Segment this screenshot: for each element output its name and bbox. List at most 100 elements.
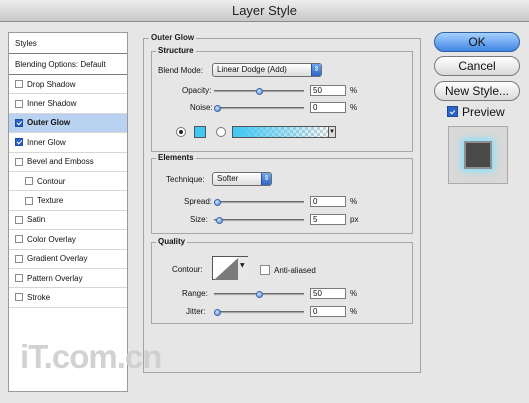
new-style-button[interactable]: New Style...: [434, 81, 520, 101]
blend-mode-value: Linear Dodge (Add): [217, 65, 287, 74]
style-item-stroke[interactable]: Stroke: [9, 288, 127, 308]
style-item-drop-shadow[interactable]: Drop Shadow: [9, 75, 127, 95]
style-checkbox[interactable]: [15, 254, 23, 263]
noise-input[interactable]: 0: [310, 102, 346, 113]
spread-slider[interactable]: [214, 199, 304, 206]
style-item-inner-shadow[interactable]: Inner Shadow: [9, 94, 127, 114]
window-title: Layer Style: [0, 0, 529, 22]
style-item-contour[interactable]: Contour: [9, 172, 127, 192]
style-item-label: Bevel and Emboss: [27, 157, 94, 167]
jitter-unit: %: [350, 307, 358, 316]
glow-gradient-preview: [233, 127, 335, 137]
size-slider-thumb[interactable]: [215, 217, 223, 224]
noise-label: Noise:: [190, 103, 213, 112]
blend-mode-label: Blend Mode:: [158, 66, 203, 75]
style-checkbox[interactable]: [15, 138, 23, 147]
cancel-button[interactable]: Cancel: [434, 56, 520, 76]
jitter-slider[interactable]: [214, 309, 304, 316]
style-item-color-overlay[interactable]: Color Overlay: [9, 230, 127, 250]
contour-curve-icon: ▼: [214, 257, 248, 281]
glow-gradient-picker[interactable]: ▼: [232, 126, 336, 138]
noise-unit: %: [350, 103, 358, 112]
size-unit: px: [350, 215, 359, 224]
style-preview: [448, 126, 508, 184]
style-item-label: Color Overlay: [27, 234, 76, 244]
style-item-inner-glow[interactable]: Inner Glow: [9, 133, 127, 153]
style-checkbox[interactable]: [15, 235, 23, 244]
style-checkbox[interactable]: [15, 99, 23, 108]
anti-aliased-label: Anti-aliased: [274, 266, 316, 275]
glow-color-swatch[interactable]: [194, 126, 206, 138]
style-item-label: Stroke: [27, 292, 51, 302]
size-input[interactable]: 5: [310, 214, 346, 225]
style-checkbox[interactable]: [15, 118, 23, 127]
solid-color-radio[interactable]: [176, 127, 186, 137]
range-slider[interactable]: [214, 291, 304, 298]
opacity-slider-thumb[interactable]: [255, 88, 263, 95]
spread-label: Spread:: [184, 197, 213, 206]
chevron-updown-icon: ⇕: [261, 173, 271, 185]
style-item-label: Inner Shadow: [27, 99, 77, 109]
ok-button[interactable]: OK: [434, 32, 520, 52]
spread-unit: %: [350, 197, 358, 206]
jitter-label: Jitter:: [186, 307, 206, 316]
opacity-input[interactable]: 50: [310, 85, 346, 96]
anti-aliased-checkbox[interactable]: [260, 265, 270, 275]
preview-swatch: [464, 141, 492, 169]
style-checkbox[interactable]: [15, 274, 23, 283]
blend-mode-select[interactable]: Linear Dodge (Add) ⇕: [212, 63, 322, 77]
spread-slider-thumb[interactable]: [214, 199, 221, 206]
jitter-input[interactable]: 0: [310, 306, 346, 317]
blending-options-item[interactable]: Blending Options: Default: [9, 54, 127, 75]
chevron-down-icon[interactable]: ▼: [328, 126, 336, 138]
size-label: Size:: [190, 215, 208, 224]
technique-select[interactable]: Softer ⇕: [212, 172, 272, 186]
svg-text:▼: ▼: [240, 262, 245, 269]
style-item-label: Gradient Overlay: [27, 254, 88, 264]
range-input[interactable]: 50: [310, 288, 346, 299]
style-checkbox[interactable]: [15, 157, 23, 166]
style-item-gradient-overlay[interactable]: Gradient Overlay: [9, 250, 127, 269]
style-item-texture[interactable]: Texture: [9, 191, 127, 211]
style-checkbox[interactable]: [15, 293, 23, 302]
opacity-slider[interactable]: [214, 88, 304, 95]
style-checkbox[interactable]: [25, 196, 33, 205]
style-item-label: Contour: [37, 176, 66, 186]
style-item-label: Drop Shadow: [27, 79, 76, 89]
style-item-pattern-overlay[interactable]: Pattern Overlay: [9, 269, 127, 289]
structure-group: Structure Blend Mode: Linear Dodge (Add)…: [151, 46, 413, 152]
gradient-radio[interactable]: [216, 127, 226, 137]
spread-input[interactable]: 0: [310, 196, 346, 207]
style-item-satin[interactable]: Satin: [9, 211, 127, 231]
noise-slider[interactable]: [214, 105, 304, 112]
style-item-label: Outer Glow: [27, 118, 71, 128]
style-checkbox[interactable]: [15, 215, 23, 224]
preview-label: Preview: [462, 105, 505, 119]
style-item-label: Pattern Overlay: [27, 273, 83, 283]
structure-title: Structure: [156, 46, 196, 55]
style-item-label: Satin: [27, 215, 46, 225]
chevron-updown-icon: ⇕: [311, 64, 321, 76]
watermark-logo: iT.com.cn: [20, 338, 162, 375]
quality-title: Quality: [156, 237, 188, 246]
outer-glow-panel: Outer Glow Structure Blend Mode: Linear …: [143, 32, 423, 392]
styles-header[interactable]: Styles: [9, 33, 127, 54]
preview-checkbox[interactable]: [447, 106, 458, 117]
noise-slider-thumb[interactable]: [214, 105, 221, 112]
technique-label: Technique:: [166, 175, 205, 184]
outer-glow-title: Outer Glow: [149, 33, 197, 42]
style-checkbox[interactable]: [15, 80, 23, 89]
jitter-slider-thumb[interactable]: [214, 309, 221, 316]
range-unit: %: [350, 289, 358, 298]
opacity-unit: %: [350, 86, 358, 95]
style-item-label: Inner Glow: [27, 137, 66, 147]
opacity-label: Opacity:: [182, 86, 212, 95]
style-item-bevel-and-emboss[interactable]: Bevel and Emboss: [9, 153, 127, 172]
contour-label: Contour:: [172, 265, 203, 274]
style-checkbox[interactable]: [25, 177, 33, 186]
style-item-outer-glow[interactable]: Outer Glow: [9, 113, 127, 134]
technique-value: Softer: [217, 174, 239, 183]
contour-picker[interactable]: ▼: [212, 256, 248, 281]
size-slider[interactable]: [214, 217, 304, 224]
range-slider-thumb[interactable]: [255, 291, 263, 298]
